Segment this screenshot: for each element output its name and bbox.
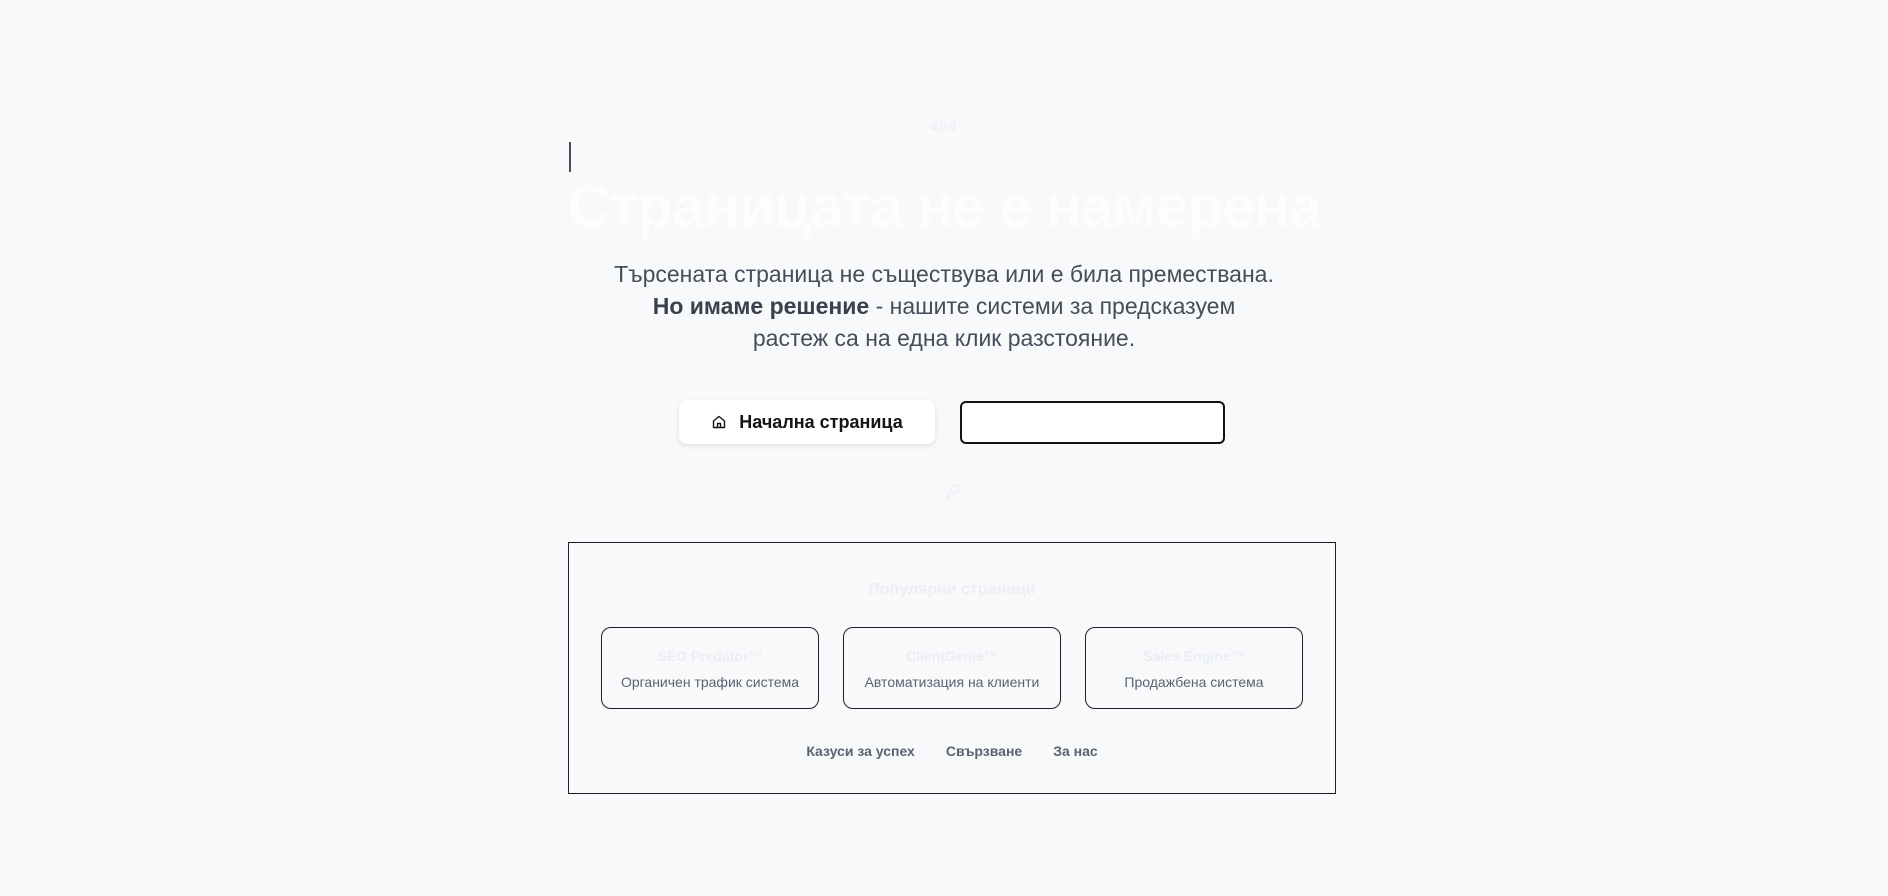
message-line-1: Търсената страница не съществува или е б… (614, 261, 1274, 287)
card-name: ClientGenie™ (906, 648, 998, 664)
popular-pages-section: Популярни страници SEO Predator™ Органич… (568, 542, 1336, 794)
footer-links: Казуси за успех Свързване За нас (569, 743, 1335, 759)
link-contact[interactable]: Свързване (946, 743, 1022, 759)
error-message: Търсената страница не съществува или е б… (594, 258, 1294, 354)
message-highlight: Но имаме решение (652, 293, 870, 319)
card-name: SEO Predator™ (657, 648, 763, 664)
popular-pages-title: Популярни страници (868, 581, 1036, 598)
message-line-2: - нашите системи за предсказуем (869, 293, 1236, 319)
home-button[interactable]: Начална страница (679, 400, 935, 444)
key-icon (944, 484, 960, 501)
card-description: Продажбена система (1124, 674, 1264, 690)
message-line-3: растеж са на една клик разстояние. (752, 325, 1136, 351)
home-icon (713, 415, 726, 429)
text-cursor (569, 142, 571, 172)
secondary-button[interactable] (960, 401, 1225, 444)
home-button-label: Начална страница (739, 411, 903, 432)
card-name: Sales Engine™ (1143, 648, 1245, 664)
link-case-studies[interactable]: Казуси за успех (806, 743, 915, 759)
page-title: Страницата не е намерена (567, 173, 1322, 240)
card-description: Органичен трафик система (620, 674, 800, 690)
error-code: 404 (929, 118, 959, 135)
card-clientgenie[interactable]: ClientGenie™ Автоматизация на клиенти (843, 627, 1061, 709)
card-description: Автоматизация на клиенти (864, 674, 1040, 690)
card-seo-predator[interactable]: SEO Predator™ Органичен трафик система (601, 627, 819, 709)
not-found-page: 404 Страницата не е намерена Търсената с… (0, 0, 1888, 896)
link-about[interactable]: За нас (1053, 743, 1097, 759)
card-sales-engine[interactable]: Sales Engine™ Продажбена система (1085, 627, 1303, 709)
